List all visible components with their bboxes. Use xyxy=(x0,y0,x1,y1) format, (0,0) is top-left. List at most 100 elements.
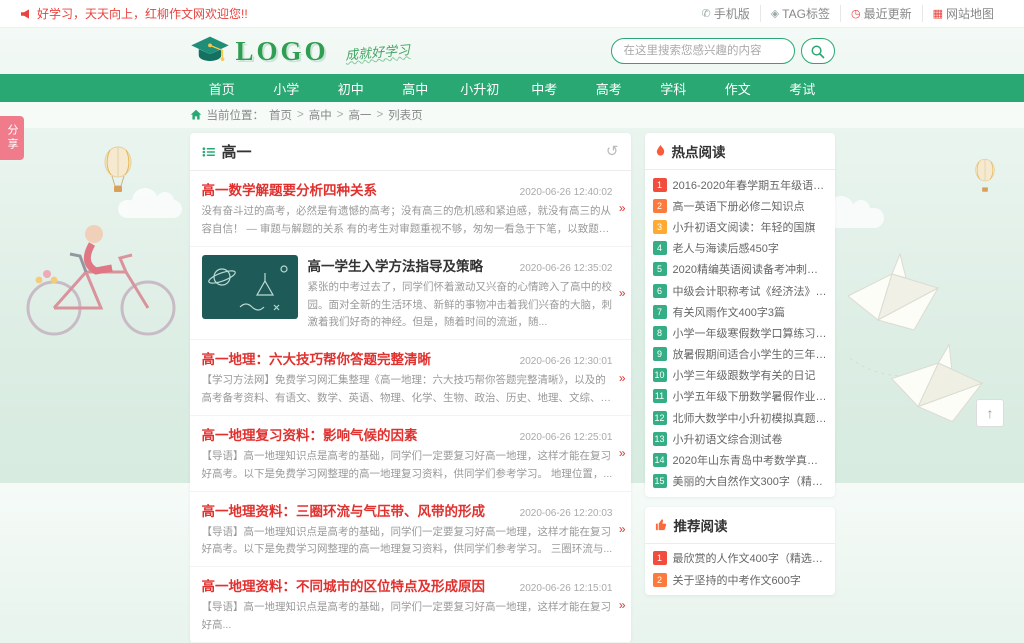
more-arrow-icon[interactable]: » xyxy=(619,522,626,536)
more-arrow-icon[interactable]: » xyxy=(619,598,626,612)
article-date: 2020-06-26 12:20:03 xyxy=(520,508,613,519)
hot-item[interactable]: 美丽的大自然作文300字（精选3篇） xyxy=(653,471,827,492)
article-date: 2020-06-26 12:15:01 xyxy=(520,583,613,594)
tag-link[interactable]: ◈ TAG标签 xyxy=(760,5,840,22)
article-title-link[interactable]: 高一地理复习资料：影响气候的因素 xyxy=(202,424,418,444)
nav-item-zhongkao[interactable]: 中考 xyxy=(512,74,577,102)
rank-badge xyxy=(653,347,667,361)
hot-reading-list: 2016-2020年春学期五年级语文下册期末模拟 高一英语下册必修二知识点 小升… xyxy=(645,170,835,497)
hot-item[interactable]: 小升初语文阅读：年轻的国旗 xyxy=(653,216,827,237)
hot-air-balloon-icon xyxy=(100,146,136,205)
nav-item-zuowen[interactable]: 作文 xyxy=(706,74,771,102)
rank-badge xyxy=(653,551,667,565)
topbar-links: ✆ 手机版 ◈ TAG标签 ◷ 最近更新 ▦ 网站地图 xyxy=(691,5,1004,22)
article-summary: 紧张的中考过去了，同学们怀着激动又兴奋的心情跨入了高中的校园。面对全新的生活环境… xyxy=(308,279,613,333)
article-date: 2020-06-26 12:40:02 xyxy=(520,187,613,198)
flame-icon xyxy=(655,144,666,158)
breadcrumb-gaoyi[interactable]: 高一 xyxy=(348,107,371,123)
hot-item[interactable]: 2016-2020年春学期五年级语文下册期末模拟 xyxy=(653,174,827,195)
welcome-message: 好学习，天天向上，红柳作文网欢迎您!! xyxy=(20,5,248,22)
topbar: 好学习，天天向上，红柳作文网欢迎您!! ✆ 手机版 ◈ TAG标签 ◷ 最近更新… xyxy=(0,0,1024,28)
rank-badge xyxy=(653,262,667,276)
article-item[interactable]: 高一地理资料：三圈环流与气压带、风带的形成 2020-06-26 12:20:0… xyxy=(190,492,631,568)
search-input[interactable] xyxy=(611,38,795,64)
article-item[interactable]: 高一地理资料：不同城市的区位特点及形成原因 2020-06-26 12:15:0… xyxy=(190,567,631,643)
article-title-link[interactable]: 高一学生入学方法指导及策略 xyxy=(308,255,484,275)
hot-item[interactable]: 有关风雨作文400字3篇 xyxy=(653,301,827,322)
hot-reading-header: 热点阅读 xyxy=(645,133,835,170)
search-bar xyxy=(611,38,835,64)
breadcrumb-senior[interactable]: 高中 xyxy=(309,107,332,123)
nav-item-home[interactable]: 首页 xyxy=(190,74,255,102)
main-nav: 首页 小学 初中 高中 小升初 中考 高考 学科 作文 考试 xyxy=(0,74,1024,102)
sitemap-link[interactable]: ▦ 网站地图 xyxy=(922,5,1004,22)
list-header: 高一 ↺ xyxy=(190,133,631,171)
sidebar: 热点阅读 2016-2020年春学期五年级语文下册期末模拟 高一英语下册必修二知… xyxy=(645,133,835,595)
article-thumbnail[interactable] xyxy=(202,255,298,319)
breadcrumb-home[interactable]: 首页 xyxy=(269,107,292,123)
mobile-version-link[interactable]: ✆ 手机版 xyxy=(691,5,759,22)
nav-item-subjects[interactable]: 学科 xyxy=(641,74,706,102)
refresh-icon[interactable]: ↺ xyxy=(606,144,619,159)
rank-badge xyxy=(653,474,667,488)
hot-item[interactable]: 2020年山东青岛中考数学真题（已公布） xyxy=(653,449,827,470)
site-header: LOGO 成就好学习 xyxy=(190,28,835,74)
more-arrow-icon[interactable]: » xyxy=(619,201,626,215)
rank-badge xyxy=(653,241,667,255)
hot-item[interactable]: 小学五年级下册数学暑假作业答案【20-61 xyxy=(653,386,827,407)
article-item[interactable]: 高一数学解题要分析四种关系 2020-06-26 12:40:02 没有奋斗过的… xyxy=(190,171,631,247)
main-content: 高一 ↺ 高一数学解题要分析四种关系 2020-06-26 12:40:02 没… xyxy=(190,133,835,643)
article-list-card: 高一 ↺ 高一数学解题要分析四种关系 2020-06-26 12:40:02 没… xyxy=(190,133,631,643)
nav-item-exams[interactable]: 考试 xyxy=(770,74,835,102)
more-arrow-icon[interactable]: » xyxy=(619,286,626,300)
thumbs-up-icon xyxy=(655,518,668,531)
article-item[interactable]: 高一地理复习资料：影响气候的因素 2020-06-26 12:25:01 【导语… xyxy=(190,416,631,492)
hot-item[interactable]: 小升初语文综合测试卷 xyxy=(653,428,827,449)
article-item[interactable]: 高一地理：六大技巧帮你答题完整清晰 2020-06-26 12:30:01 【学… xyxy=(190,340,631,416)
article-title-link[interactable]: 高一地理资料：不同城市的区位特点及形成原因 xyxy=(202,575,486,595)
breadcrumb-current: 列表页 xyxy=(388,107,423,123)
nav-item-senior[interactable]: 高中 xyxy=(383,74,448,102)
rank-badge xyxy=(653,368,667,382)
recommend-item[interactable]: 关于坚持的中考作文600字 xyxy=(653,569,827,590)
article-summary: 【导语】高一地理知识点是高考的基础，同学们一定要复习好高一地理，这样才能在复习好… xyxy=(202,524,613,560)
rank-badge xyxy=(653,284,667,298)
hot-item[interactable]: 北师大数学中小升初模拟真题汇编 xyxy=(653,407,827,428)
breadcrumb-prefix: 当前位置： xyxy=(207,107,265,123)
article-date: 2020-06-26 12:30:01 xyxy=(520,356,613,367)
article-title-link[interactable]: 高一数学解题要分析四种关系 xyxy=(202,179,378,199)
hot-item[interactable]: 中级会计职称考试《经济法》检测题 xyxy=(653,280,827,301)
article-date: 2020-06-26 12:35:02 xyxy=(520,263,613,274)
nav-item-xiaoshengchu[interactable]: 小升初 xyxy=(448,74,513,102)
hot-item[interactable]: 小学一年级寒假数学口算练习题三篇 xyxy=(653,322,827,343)
hot-item[interactable]: 2020精编英语阅读备考冲刺试题附答案 xyxy=(653,259,827,280)
nav-item-primary[interactable]: 小学 xyxy=(254,74,319,102)
hot-item[interactable]: 小学三年级跟数学有关的日记 xyxy=(653,365,827,386)
hot-item[interactable]: 高一英语下册必修二知识点 xyxy=(653,195,827,216)
search-button[interactable] xyxy=(801,38,835,64)
clock-icon: ◷ xyxy=(851,7,861,20)
nav-item-junior[interactable]: 初中 xyxy=(319,74,384,102)
more-arrow-icon[interactable]: » xyxy=(619,446,626,460)
rank-badge xyxy=(653,453,667,467)
share-button[interactable]: 分享 xyxy=(0,116,24,160)
rank-badge xyxy=(653,573,667,587)
rank-badge xyxy=(653,411,667,425)
article-title-link[interactable]: 高一地理资料：三圈环流与气压带、风带的形成 xyxy=(202,500,486,520)
hot-item[interactable]: 放暑假期间适合小学生的三年级英语作文范文 xyxy=(653,344,827,365)
more-arrow-icon[interactable]: » xyxy=(619,371,626,385)
hot-item[interactable]: 老人与海读后感450字 xyxy=(653,238,827,259)
recommend-item[interactable]: 最欣赏的人作文400字（精选3篇） xyxy=(653,548,827,569)
article-summary: 【导语】高一地理知识点是高考的基础，同学们一定要复习好高一地理，这样才能在复习好… xyxy=(202,599,613,635)
rank-badge xyxy=(653,305,667,319)
back-to-top-button[interactable]: ↑ xyxy=(976,399,1004,427)
article-title-link[interactable]: 高一地理：六大技巧帮你答题完整清晰 xyxy=(202,348,432,368)
phone-icon: ✆ xyxy=(701,7,710,20)
hot-reading-card: 热点阅读 2016-2020年春学期五年级语文下册期末模拟 高一英语下册必修二知… xyxy=(645,133,835,497)
site-logo[interactable]: LOGO 成就好学习 xyxy=(190,35,410,67)
rank-badge xyxy=(653,178,667,192)
recent-updates-link[interactable]: ◷ 最近更新 xyxy=(840,5,922,22)
breadcrumb-bar: 当前位置： 首页 > 高中 > 高一 > 列表页 xyxy=(0,102,1024,128)
article-item[interactable]: 高一学生入学方法指导及策略 2020-06-26 12:35:02 紧张的中考过… xyxy=(190,247,631,341)
nav-item-gaokao[interactable]: 高考 xyxy=(577,74,642,102)
